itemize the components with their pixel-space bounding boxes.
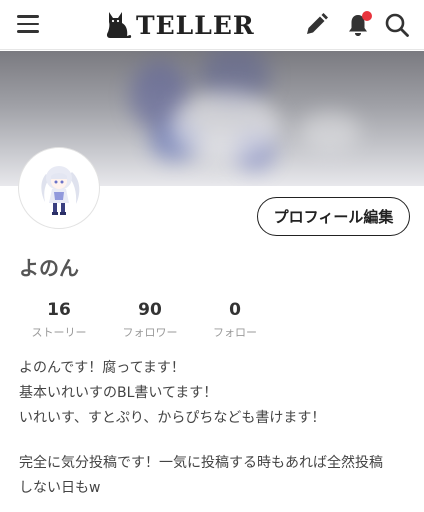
avatar[interactable] xyxy=(18,147,100,229)
edit-profile-button[interactable]: プロフィール編集 xyxy=(257,197,410,236)
bio-line: いれいす、すとぷり、からぴちなども書けます！ xyxy=(19,410,326,426)
bio-line: 完全に気分投稿です！一気に投稿する時もあれば全然投稿 xyxy=(19,455,383,471)
stories-label: ストーリー xyxy=(31,326,87,339)
avatar-illustration xyxy=(41,166,80,215)
top-nav-bar: TELLER xyxy=(0,0,424,50)
bio-line: よのんです！腐ってます！ xyxy=(19,360,185,376)
brand-name: TELLER xyxy=(136,10,255,40)
pencil-icon[interactable] xyxy=(303,12,329,38)
followers-label: フォロワー xyxy=(122,326,178,339)
stories-count: 16 xyxy=(47,300,71,320)
bio-line: 基本いれいすのBL書いてます！ xyxy=(19,385,218,401)
following-label: フォロー xyxy=(213,326,257,339)
search-icon[interactable] xyxy=(384,12,410,38)
username: よのん xyxy=(19,256,79,280)
cat-logo-icon xyxy=(106,12,132,38)
bio-line: しない日もw xyxy=(19,480,101,496)
following-count: 0 xyxy=(229,300,241,320)
stat-stories[interactable]: 16 ストーリー xyxy=(19,300,99,340)
teller-logo[interactable]: TELLER xyxy=(104,9,255,41)
stat-following[interactable]: 0 フォロー xyxy=(195,300,275,340)
notification-button[interactable] xyxy=(345,11,372,38)
menu-icon[interactable] xyxy=(17,15,39,33)
followers-count: 90 xyxy=(138,300,162,320)
stat-followers[interactable]: 90 フォロワー xyxy=(110,300,190,340)
bio-blank-line xyxy=(19,431,414,451)
profile-bio: よのんです！腐ってます！ 基本いれいすのBL書いてます！ いれいす、すとぷり、か… xyxy=(19,356,414,501)
notification-dot xyxy=(362,11,372,21)
